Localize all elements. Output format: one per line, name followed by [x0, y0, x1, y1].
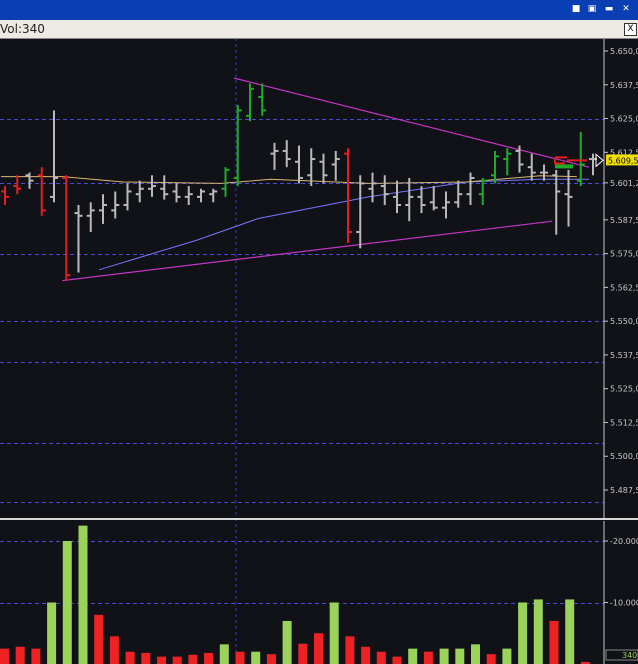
- chart-canvas[interactable]: 5.650,05.637,55.625,05.612,55.601,25.587…: [0, 0, 638, 664]
- volume-bar: [141, 652, 151, 664]
- chart-background: [0, 38, 638, 664]
- minimize-icon[interactable]: ▬: [603, 4, 615, 15]
- price-tick-label: 5.537,5: [610, 351, 638, 360]
- volume-bar: [235, 651, 245, 664]
- volume-bar: [0, 648, 9, 664]
- buy-order-marker: [555, 164, 573, 169]
- volume-bar: [423, 651, 433, 664]
- last-price-label: 5.609,5: [608, 156, 638, 165]
- volume-bar: [251, 651, 261, 664]
- last-volume-label: 340: [622, 651, 637, 660]
- volume-bar: [172, 656, 182, 664]
- price-tick-label: 5.575,0: [610, 250, 638, 259]
- price-tick-label: 5.550,0: [610, 317, 638, 326]
- price-tick-label: 5.625,0: [610, 115, 638, 124]
- close-icon[interactable]: ✕: [620, 4, 632, 15]
- volume-bar: [486, 654, 496, 664]
- volume-bar: [314, 633, 323, 664]
- volume-bar: [565, 599, 575, 664]
- volume-bar: [204, 652, 214, 664]
- volume-bar: [455, 648, 465, 664]
- volume-bar: [376, 651, 386, 664]
- price-tick-label: 5.637,5: [610, 81, 638, 90]
- price-tick-label: 5.500,0: [610, 452, 638, 461]
- volume-bar: [361, 646, 371, 664]
- price-tick-label: 5.601,2: [610, 179, 638, 188]
- volume-bar: [266, 654, 276, 664]
- volume-bar: [15, 646, 25, 664]
- volume-bar: [157, 656, 166, 664]
- pin-icon[interactable]: ■: [570, 4, 582, 15]
- volume-bar: [408, 648, 418, 664]
- volume-bar: [188, 654, 198, 664]
- volume-bar: [329, 602, 339, 664]
- price-tick-label: 5.525,0: [610, 385, 638, 394]
- price-tick-label: 5.650,0: [610, 47, 638, 56]
- volume-bar: [282, 620, 292, 664]
- volume-bar: [219, 644, 229, 664]
- volume-bar: [94, 614, 104, 664]
- volume-bar: [549, 620, 559, 664]
- volume-bar: [518, 602, 528, 664]
- volume-bar: [471, 644, 480, 664]
- volume-bar: [47, 602, 57, 664]
- window-titlebar: ■ ▣ ▬ ✕: [0, 0, 638, 20]
- price-tick-label: 5.587,5: [610, 216, 638, 225]
- volume-label: Vol:: [0, 22, 22, 36]
- volume-tick-label: -20.000: [610, 537, 638, 546]
- volume-bar: [298, 643, 308, 664]
- price-tick-label: 5.487,5: [610, 486, 638, 495]
- volume-bar: [439, 648, 449, 664]
- close-pane-button[interactable]: X: [624, 23, 637, 36]
- volume-bar: [78, 525, 88, 664]
- restore-icon[interactable]: ▣: [586, 4, 598, 15]
- volume-bar: [109, 636, 119, 664]
- volume-bar: [345, 636, 355, 664]
- price-tick-label: 5.562,5: [610, 283, 638, 292]
- chart-header: Vol: 340 X: [0, 20, 638, 39]
- volume-bar: [125, 651, 135, 664]
- volume-bar: [392, 656, 402, 664]
- price-tick-label: 5.512,5: [610, 418, 638, 427]
- volume-bar: [502, 648, 512, 664]
- volume-bar: [62, 541, 72, 664]
- volume-tick-label: -10.000: [610, 599, 638, 608]
- volume-bar: [31, 648, 41, 664]
- volume-value: 340: [22, 22, 45, 36]
- volume-bar: [533, 599, 543, 664]
